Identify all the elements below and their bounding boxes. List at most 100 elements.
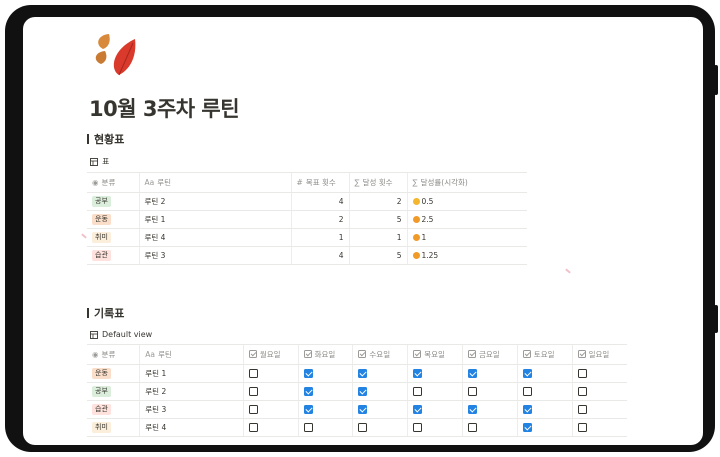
checkbox-unchecked[interactable] [577,386,587,396]
category-tag: 공부 [92,385,111,397]
category-cell[interactable]: 습관 [87,400,140,419]
col-header-day[interactable]: 토요일 [516,345,573,365]
checkbox-unchecked[interactable] [468,422,477,432]
checkbox-icon [522,350,531,358]
target-cell[interactable]: 2 [290,210,349,229]
target-cell[interactable]: 4 [290,246,349,265]
checkbox-unchecked[interactable] [248,422,258,432]
rate-cell: 1.25 [406,246,527,265]
col-header-target[interactable]: # 목표 횟수 [290,173,349,193]
target-cell[interactable]: 4 [290,192,349,211]
routine-cell[interactable]: 루틴 4 [138,228,291,247]
col-header-achieved[interactable]: ∑ 달성 횟수 [348,173,407,193]
checkbox-unchecked[interactable] [522,386,532,396]
checkbox-unchecked[interactable] [358,422,368,432]
col-header-day[interactable]: 일요일 [571,345,627,365]
routine-cell[interactable]: 루틴 2 [138,192,291,211]
status-view-tab[interactable]: 표 [87,156,113,173]
checkbox-checked[interactable] [303,386,313,396]
day-check-cell [352,364,408,383]
checkbox-unchecked[interactable] [468,386,477,396]
checkbox-unchecked[interactable] [248,368,258,378]
checkbox-unchecked[interactable] [413,422,423,432]
category-cell[interactable]: 공부 [87,192,139,211]
rate-cell: 1 [406,228,527,247]
table-row[interactable]: 취미 루틴 4 [87,418,627,437]
grin-face-icon [412,216,420,223]
table-row[interactable]: 운동 루틴 1 [87,364,627,383]
checkbox-checked[interactable] [522,404,532,414]
checkbox-unchecked[interactable] [248,386,258,396]
table-row[interactable]: 공부 루틴 2 [87,382,627,401]
day-check-cell [462,364,518,383]
checkbox-checked[interactable] [413,368,423,378]
col-header-rate[interactable]: ∑ 달성률(시각화) [406,173,527,193]
col-header-day[interactable]: 화요일 [297,345,353,365]
day-check-cell [516,400,573,419]
checkbox-unchecked[interactable] [303,422,313,432]
checkbox-checked[interactable] [358,368,368,378]
category-cell[interactable]: 공부 [87,382,140,401]
day-check-cell [407,382,463,401]
col-header-routine[interactable]: Aa 루틴 [138,173,291,193]
smile-face-icon [412,198,420,205]
checkbox-unchecked[interactable] [577,422,587,432]
checkbox-unchecked[interactable] [413,386,423,396]
checkbox-checked[interactable] [522,368,532,378]
achieved-cell: 5 [348,246,407,265]
routine-cell[interactable]: 루틴 3 [139,400,244,419]
select-icon: ◉ [92,177,99,187]
table-row[interactable]: 습관 루틴 3 [87,400,627,419]
checkbox-checked[interactable] [303,404,313,414]
checkbox-checked[interactable] [358,386,368,396]
table-row[interactable]: 운동 루틴 1 2 5 2.5 [87,210,527,229]
table-row[interactable]: 습관 루틴 3 4 5 1.25 [87,246,527,265]
col-header-day[interactable]: 금요일 [462,345,518,365]
heading-bar [87,308,89,318]
routine-cell[interactable]: 루틴 3 [138,246,291,265]
category-tag: 습관 [92,403,111,415]
checkbox-checked[interactable] [358,404,368,414]
rate-cell: 2.5 [406,210,527,229]
checkbox-checked[interactable] [468,368,477,378]
checkbox-unchecked[interactable] [248,404,258,414]
col-header-category[interactable]: ◉ 분류 [87,345,140,365]
checkbox-icon [468,350,476,358]
tablet-side-button [714,65,718,95]
checkbox-unchecked[interactable] [577,368,587,378]
col-header-day[interactable]: 수요일 [352,345,408,365]
category-cell[interactable]: 취미 [87,228,139,247]
checkbox-checked[interactable] [413,404,423,414]
checkbox-checked[interactable] [468,404,477,414]
status-heading: 현황표 [87,131,527,147]
table-row[interactable]: 취미 루틴 4111 [87,228,527,247]
routine-cell[interactable]: 루틴 1 [138,210,291,229]
col-header-routine[interactable]: Aa 루틴 [139,345,244,365]
record-view-tab[interactable]: Default view [87,330,156,345]
achieved-cell: 5 [348,210,407,229]
col-header-category[interactable]: ◉ 분류 [87,173,139,193]
col-header-day[interactable]: 월요일 [242,345,299,365]
checkbox-checked[interactable] [522,422,532,432]
day-check-cell [407,364,463,383]
status-view-label: 표 [102,157,110,166]
category-cell[interactable]: 습관 [87,246,139,265]
category-cell[interactable]: 운동 [87,364,140,383]
col-header-day[interactable]: 목요일 [407,345,463,365]
checkbox-icon [248,350,257,358]
routine-cell[interactable]: 루틴 2 [139,382,244,401]
day-check-cell [242,400,299,419]
routine-cell[interactable]: 루틴 1 [139,364,244,383]
category-cell[interactable]: 운동 [87,210,139,229]
checkbox-unchecked[interactable] [577,404,587,414]
category-cell[interactable]: 취미 [87,418,140,437]
table-row[interactable]: 공부 루틴 2 4 2 0.5 [87,192,527,211]
routine-cell[interactable]: 루틴 4 [139,418,244,437]
achieved-cell: 1 [348,228,407,247]
checkbox-icon [413,350,422,358]
checkbox-checked[interactable] [303,368,313,378]
formula-icon: ∑ [412,177,418,187]
day-check-cell [297,400,353,419]
target-cell[interactable]: 1 [290,228,349,247]
text-icon: Aa [144,177,155,187]
